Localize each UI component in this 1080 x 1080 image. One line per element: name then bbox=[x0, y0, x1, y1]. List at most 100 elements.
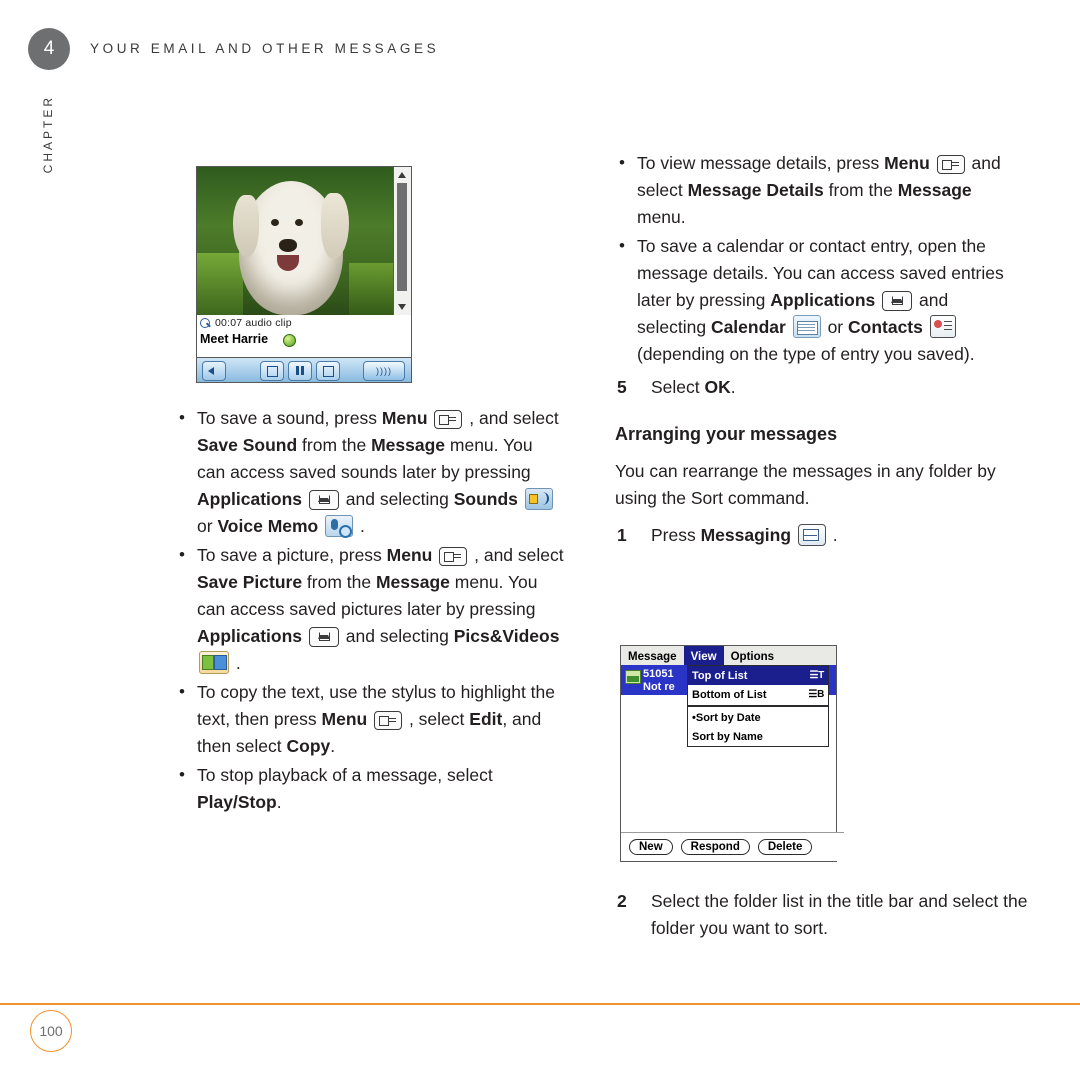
step-1: 1 Press Messaging . bbox=[615, 522, 1015, 549]
emphasis-text: Sounds bbox=[453, 489, 518, 509]
scroll-down-arrow-icon[interactable] bbox=[398, 304, 406, 310]
messaging-icon bbox=[797, 524, 826, 546]
dog-photo bbox=[197, 167, 393, 315]
audio-clip-icon bbox=[200, 318, 212, 329]
emphasis-text: Applications bbox=[770, 290, 876, 310]
message-icon bbox=[625, 670, 641, 684]
step-2-text: Select the folder list in the title bar … bbox=[651, 891, 1028, 938]
body-text: or bbox=[822, 317, 848, 337]
chapter-side-label: CHAPTER bbox=[41, 95, 55, 174]
right-column: To view message details, press Menu and … bbox=[615, 149, 1015, 549]
media-player-screenshot: 00:07 audio clip Meet Harrie )))) bbox=[196, 166, 412, 383]
view-menu-dropdown[interactable]: Top of List ☰T Bottom of List ☰B •Sort by Da… bbox=[687, 665, 829, 747]
body-text: . bbox=[355, 516, 365, 536]
body-text: To view message details, press bbox=[637, 153, 885, 173]
body-text: To stop playback of a message, select bbox=[197, 765, 493, 785]
emphasis-text: Menu bbox=[381, 408, 428, 428]
voice-memo-icon bbox=[325, 515, 354, 538]
treo-menubar: Message View Options bbox=[621, 646, 836, 666]
body-text: Select bbox=[651, 377, 705, 397]
scrollbar-thumb[interactable] bbox=[397, 183, 407, 291]
treo-menu-options[interactable]: Options bbox=[724, 646, 781, 665]
bullet-copy-text: To copy the text, use the stylus to high… bbox=[175, 678, 565, 760]
emphasis-text: Voice Memo bbox=[217, 516, 319, 536]
menu-item-top-of-list[interactable]: Top of List ☰T bbox=[688, 666, 828, 685]
delete-button[interactable]: Delete bbox=[757, 839, 813, 855]
new-button[interactable]: New bbox=[629, 839, 673, 855]
grass-right bbox=[349, 263, 393, 315]
menu-item-label: Bottom of List bbox=[692, 688, 767, 701]
emphasis-text: Message bbox=[375, 572, 450, 592]
emphasis-text: Save Picture bbox=[197, 572, 303, 592]
body-text: from the bbox=[302, 572, 376, 592]
bullet-save-picture: To save a picture, press Menu , and sele… bbox=[175, 541, 565, 677]
smiley-icon bbox=[283, 334, 296, 347]
body-text: , select bbox=[404, 709, 470, 729]
sounds-icon bbox=[524, 488, 553, 510]
emphasis-text: Pics&Videos bbox=[453, 626, 560, 646]
emphasis-text: Applications bbox=[197, 626, 303, 646]
emphasis-text: Menu bbox=[321, 709, 368, 729]
menu-separator bbox=[688, 705, 828, 707]
menu-item-sort-by-date[interactable]: •Sort by Date bbox=[688, 708, 828, 727]
body-text: , and select bbox=[464, 408, 559, 428]
body-text: and selecting bbox=[340, 626, 454, 646]
menu-item-shortcut: ☰B bbox=[808, 689, 824, 700]
dog-ear-right bbox=[321, 193, 349, 259]
dog-ear-left bbox=[233, 195, 259, 257]
body-text: To save a picture, press bbox=[197, 545, 387, 565]
grass-left bbox=[197, 253, 243, 315]
section-paragraph: You can rearrange the messages in any fo… bbox=[615, 461, 996, 508]
body-text bbox=[930, 153, 935, 173]
treo-button-bar: New Respond Delete bbox=[621, 832, 844, 861]
pause-button[interactable] bbox=[288, 360, 312, 381]
body-text: and selecting bbox=[340, 489, 454, 509]
menu-icon bbox=[936, 155, 965, 174]
scroll-up-arrow-icon[interactable] bbox=[398, 172, 406, 178]
forward-button[interactable] bbox=[316, 360, 340, 381]
emphasis-text: Edit bbox=[469, 709, 503, 729]
body-text: To save a sound, press bbox=[197, 408, 382, 428]
menu-item-label: •Sort by Date bbox=[692, 711, 761, 724]
media-scrollbar[interactable] bbox=[393, 167, 411, 315]
emphasis-text: Copy bbox=[286, 736, 331, 756]
body-text bbox=[428, 408, 433, 428]
emphasis-text: Calendar bbox=[710, 317, 786, 337]
body-text: or bbox=[197, 516, 218, 536]
media-controls-bar: )))) bbox=[197, 357, 411, 382]
body-text bbox=[302, 626, 307, 646]
step-2-number: 2 bbox=[617, 891, 627, 911]
menu-item-bottom-of-list[interactable]: Bottom of List ☰B bbox=[688, 685, 828, 704]
menu-icon bbox=[434, 410, 463, 429]
body-text: , and select bbox=[469, 545, 564, 565]
step-1-number: 1 bbox=[617, 525, 627, 545]
body-text bbox=[302, 489, 307, 509]
step-1-text: Press Messaging . bbox=[651, 524, 838, 546]
treo-menu-view[interactable]: View bbox=[683, 646, 724, 665]
messaging-screenshot: Message View Options 51051 Not re Top of L… bbox=[620, 645, 844, 862]
rewind-button[interactable] bbox=[260, 360, 284, 381]
section-heading: Arranging your messages bbox=[615, 424, 838, 444]
back-button[interactable] bbox=[202, 360, 226, 381]
right-bullet-list: To view message details, press Menu and … bbox=[615, 149, 1015, 368]
menu-item-sort-by-name[interactable]: Sort by Name bbox=[688, 727, 828, 746]
emphasis-text: Message bbox=[897, 180, 972, 200]
emphasis-text: OK bbox=[704, 377, 731, 397]
emphasis-text: Message bbox=[371, 435, 446, 455]
body-text: . bbox=[330, 736, 336, 756]
emphasis-text: Applications bbox=[197, 489, 303, 509]
volume-button[interactable]: )))) bbox=[363, 360, 405, 381]
menu-item-label: Sort by Name bbox=[692, 730, 763, 743]
body-text: . bbox=[276, 792, 282, 812]
home-icon bbox=[882, 291, 913, 311]
menu-icon bbox=[439, 547, 468, 566]
bullet-stop-playback: To stop playback of a message, select Pl… bbox=[175, 761, 565, 816]
footer-divider bbox=[0, 1003, 1080, 1005]
treo-menu-message[interactable]: Message bbox=[621, 646, 684, 665]
body-text bbox=[923, 317, 928, 337]
pics-videos-icon bbox=[199, 651, 229, 674]
home-icon bbox=[308, 627, 339, 647]
respond-button[interactable]: Respond bbox=[680, 839, 750, 855]
emphasis-text: Message Details bbox=[687, 180, 824, 200]
body-text: . bbox=[730, 377, 736, 397]
